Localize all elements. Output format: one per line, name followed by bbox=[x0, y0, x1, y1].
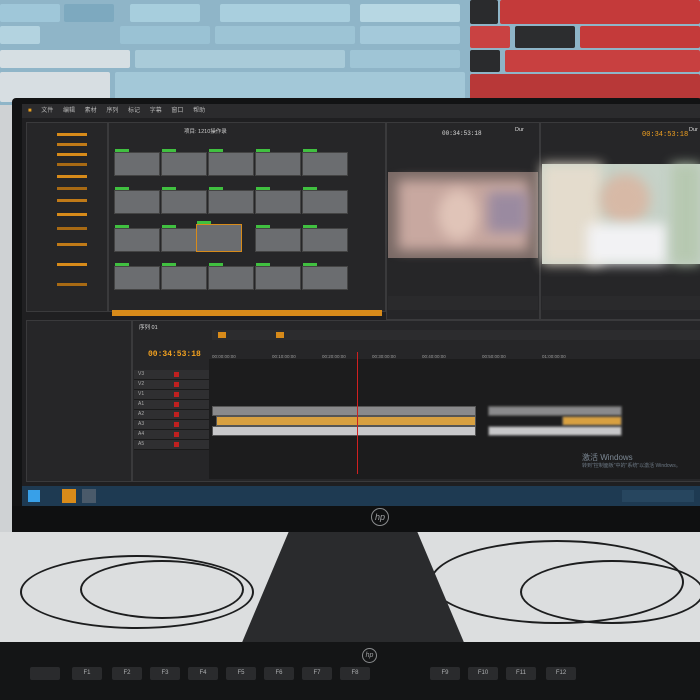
clip-thumbnail[interactable] bbox=[255, 149, 301, 176]
app-logo-icon: ■ bbox=[28, 108, 32, 114]
windows-start-icon[interactable] bbox=[28, 490, 40, 502]
track-header-v1[interactable]: V1 bbox=[134, 390, 209, 400]
function-key[interactable]: F6 bbox=[264, 667, 294, 680]
scroll-bar[interactable] bbox=[112, 310, 382, 316]
dur-label: Dur bbox=[515, 127, 524, 133]
clip-thumbnail[interactable] bbox=[208, 263, 254, 290]
project-bin-tree[interactable] bbox=[26, 122, 108, 312]
track-header-v3[interactable]: V3 bbox=[134, 370, 209, 380]
menu-item-window[interactable]: 窗口 bbox=[171, 108, 183, 114]
source-transport-controls[interactable] bbox=[388, 296, 538, 310]
program-transport-controls[interactable] bbox=[542, 296, 700, 310]
escape-key[interactable] bbox=[30, 667, 60, 680]
tray-icons[interactable] bbox=[622, 490, 694, 502]
clip-thumbnail[interactable] bbox=[114, 263, 160, 290]
function-key[interactable]: F5 bbox=[226, 667, 256, 680]
clip-thumbnail[interactable] bbox=[302, 225, 348, 252]
clip-thumbnail[interactable] bbox=[114, 149, 160, 176]
clip-thumbnail[interactable] bbox=[161, 263, 207, 290]
cable bbox=[520, 560, 700, 624]
timeline-clip-audio[interactable] bbox=[562, 416, 622, 426]
clip-thumbnail[interactable] bbox=[255, 263, 301, 290]
track-header-v2[interactable]: V2 bbox=[134, 380, 209, 390]
hp-logo-icon: hp bbox=[371, 508, 389, 526]
function-key[interactable]: F1 bbox=[72, 667, 102, 680]
menu-bar: ■ 文件 编辑 素材 序列 标记 字幕 窗口 帮助 bbox=[22, 104, 700, 118]
clip-thumbnail[interactable] bbox=[302, 187, 348, 214]
track-header-a2[interactable]: A2 bbox=[134, 410, 209, 420]
timeline-tool-orange[interactable] bbox=[218, 332, 226, 338]
function-key[interactable]: F4 bbox=[188, 667, 218, 680]
track-header-a3[interactable]: A3 bbox=[134, 420, 209, 430]
function-key[interactable]: F3 bbox=[150, 667, 180, 680]
program-timecode: 00:34:53:18 bbox=[642, 131, 689, 139]
cable bbox=[80, 560, 244, 619]
monitor-chin bbox=[12, 506, 700, 532]
function-key[interactable]: F2 bbox=[112, 667, 142, 680]
menu-item-help[interactable]: 帮助 bbox=[193, 108, 205, 114]
timeline-clip[interactable] bbox=[212, 406, 476, 416]
clip-thumbnail[interactable] bbox=[208, 187, 254, 214]
hp-keyboard-logo-icon: hp bbox=[362, 648, 377, 663]
background-wall bbox=[0, 0, 700, 105]
track-header-a1[interactable]: A1 bbox=[134, 400, 209, 410]
program-video-frame bbox=[542, 164, 700, 264]
menu-item-sequence[interactable]: 序列 bbox=[106, 108, 118, 114]
menu-item-edit[interactable]: 编辑 bbox=[63, 108, 75, 114]
menu-item-title[interactable]: 字幕 bbox=[150, 108, 162, 114]
menu-item-clip[interactable]: 素材 bbox=[85, 108, 97, 114]
timeline-clip-audio[interactable] bbox=[216, 416, 476, 426]
clip-thumbnail[interactable] bbox=[255, 187, 301, 214]
function-key[interactable]: F8 bbox=[340, 667, 370, 680]
function-key[interactable]: F7 bbox=[302, 667, 332, 680]
windows-taskbar bbox=[22, 486, 700, 506]
clip-thumbnail-selected[interactable] bbox=[196, 221, 242, 252]
dur-label-program: Dur bbox=[689, 127, 698, 133]
timeline-clip[interactable] bbox=[488, 426, 622, 436]
source-timecode: 00:34:53:18 bbox=[442, 130, 482, 137]
clip-thumbnail[interactable] bbox=[114, 225, 160, 252]
taskbar-app-icon[interactable] bbox=[62, 489, 76, 503]
timeline-clip[interactable] bbox=[212, 426, 476, 436]
function-key[interactable]: F11 bbox=[506, 667, 536, 680]
clip-thumbnail[interactable] bbox=[161, 149, 207, 176]
function-key[interactable]: F10 bbox=[468, 667, 498, 680]
timeline-tool-orange[interactable] bbox=[276, 332, 284, 338]
project-path: 项目: 1210操作录 bbox=[184, 129, 227, 135]
timeline-timecode: 00:34:53:18 bbox=[148, 350, 201, 359]
monitor-screen: ■ 文件 编辑 素材 序列 标记 字幕 窗口 帮助 项目: 1210操作录 Du… bbox=[22, 104, 700, 506]
clip-thumbnail[interactable] bbox=[208, 149, 254, 176]
source-video-frame bbox=[388, 172, 538, 258]
timeline-clip[interactable] bbox=[488, 406, 622, 416]
timeline-title: 序列 01 bbox=[139, 325, 158, 331]
clip-thumbnail[interactable] bbox=[302, 263, 348, 290]
windows-activation-hint: 转到"控制面板"中的"系统"以激活 Windows。 bbox=[582, 463, 681, 469]
timeline-playhead[interactable] bbox=[357, 352, 358, 474]
track-header-a5[interactable]: A5 bbox=[134, 440, 209, 450]
effects-panel[interactable] bbox=[26, 320, 132, 482]
clip-thumbnail[interactable] bbox=[161, 187, 207, 214]
taskbar-app-icon[interactable] bbox=[82, 489, 96, 503]
menu-item-marker[interactable]: 标记 bbox=[128, 108, 140, 114]
function-key[interactable]: F12 bbox=[546, 667, 576, 680]
clip-thumbnail[interactable] bbox=[302, 149, 348, 176]
clip-thumbnail[interactable] bbox=[114, 187, 160, 214]
timeline-toolbar[interactable] bbox=[212, 330, 700, 340]
track-header-a4[interactable]: A4 bbox=[134, 430, 209, 440]
clip-thumbnail[interactable] bbox=[255, 225, 301, 252]
menu-item-file[interactable]: 文件 bbox=[41, 108, 53, 114]
function-key[interactable]: F9 bbox=[430, 667, 460, 680]
